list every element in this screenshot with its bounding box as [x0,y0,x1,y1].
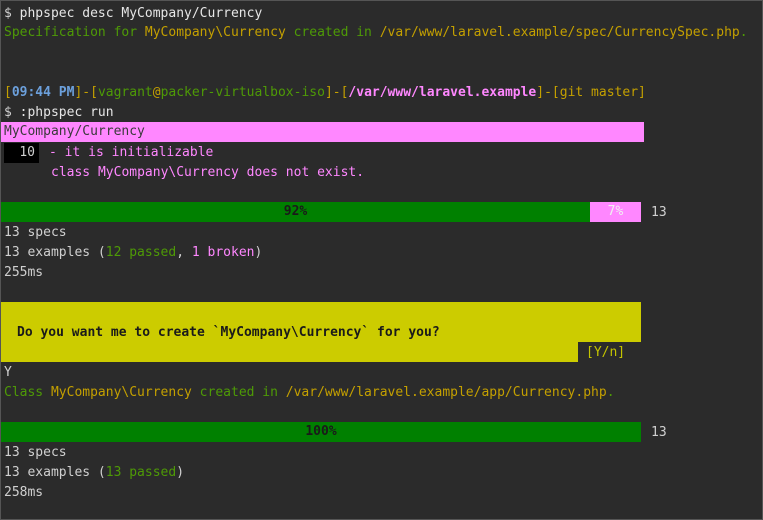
separator: - [332,85,341,100]
bracket: [ [90,85,98,100]
prompt-at: @ [152,85,161,100]
passed-count: 13 passed [105,465,177,480]
summary-text: ) [176,465,185,480]
progress-passed-label: 100% [305,424,337,439]
run-time: 255ms [4,265,44,280]
user-answer: Y [4,365,12,380]
prompt-user: vagrant [97,85,153,100]
msg-text: . [606,385,615,400]
command-text: phpspec desc MyCompany/Currency [19,6,263,21]
msg-text: Class [4,385,51,400]
examples-summary: 13 examples (13 passed) [4,463,184,483]
file-path: /var/www/laravel.example/app/Currency.ph… [285,385,607,400]
create-question-text: Do you want me to create `MyCompany\Curr… [17,325,440,340]
example-error: class MyCompany\Currency does not exist. [51,165,365,180]
msg-text: . [739,25,748,40]
passed-count: 12 passed [105,245,177,260]
spec-header-text: MyCompany/Currency [4,124,145,139]
class-name: MyCompany\Currency [50,385,192,400]
msg-text: Specification for [4,25,145,40]
file-path: /var/www/laravel.example/spec/CurrencySp… [379,25,740,40]
example-title: - it is initializable [49,145,214,160]
progress-broken-segment: 7% [590,202,641,222]
class-created-line: Class MyCompany\Currency created in /var… [4,383,615,403]
progress-passed-segment: 92% [1,202,590,222]
prompt-host: packer-virtualbox-iso [160,85,325,100]
msg-text: created in [285,25,380,40]
create-prompt-box-bottom [1,342,578,362]
example-line-number: 10 [4,143,39,163]
summary-text: ) [254,245,263,260]
shell-prompt: $ [4,6,20,21]
prompt-path: /var/www/laravel.example [348,85,537,100]
prompt-git-branch: [git master] [551,85,646,100]
spec-created-line: Specification for MyCompany\Currency cre… [4,23,748,43]
shell-prompt: $ [4,105,20,120]
shell-prompt-line: [09:44 PM]-[vagrant@packer-virtualbox-is… [4,83,646,103]
progress-total: 13 [651,425,667,440]
create-prompt-box: Do you want me to create `MyCompany\Curr… [1,302,641,342]
terminal-window[interactable]: $ phpspec desc MyCompany/Currency Specif… [0,0,763,520]
examples-summary: 13 examples (12 passed, 1 broken) [4,243,262,263]
separator: - [82,85,91,100]
bracket: [ [4,85,12,100]
class-name: MyCompany\Currency [144,25,286,40]
progress-passed-label: 92% [283,204,308,219]
summary-text: 13 examples ( [4,245,106,260]
progress-bar-1: 92% 7% [1,202,641,222]
progress-passed-segment: 100% [1,422,641,442]
confirm-choices[interactable]: [Y/n] [586,343,625,363]
bracket: ] [324,85,333,100]
prompt-time: 09:44 PM [11,85,75,100]
bracket: ] [536,85,545,100]
specs-count: 13 specs [4,445,67,460]
separator: - [544,85,552,100]
msg-text: created in [191,385,286,400]
example-line: 10 - it is initializable [4,143,213,163]
broken-count: 1 broken [191,245,255,260]
summary-text: 13 examples ( [4,465,106,480]
progress-bar-2: 100% [1,422,641,442]
command-line-desc: $ phpspec desc MyCompany/Currency [4,4,262,24]
summary-text: , [176,245,192,260]
progress-broken-label: 7% [607,204,624,219]
command-line-run: $ :phpspec run [4,103,114,123]
command-text: :phpspec run [19,105,114,120]
run-time: 258ms [4,485,44,500]
spec-header-bar: MyCompany/Currency [1,122,644,142]
specs-count: 13 specs [4,225,67,240]
progress-total: 13 [651,205,667,220]
